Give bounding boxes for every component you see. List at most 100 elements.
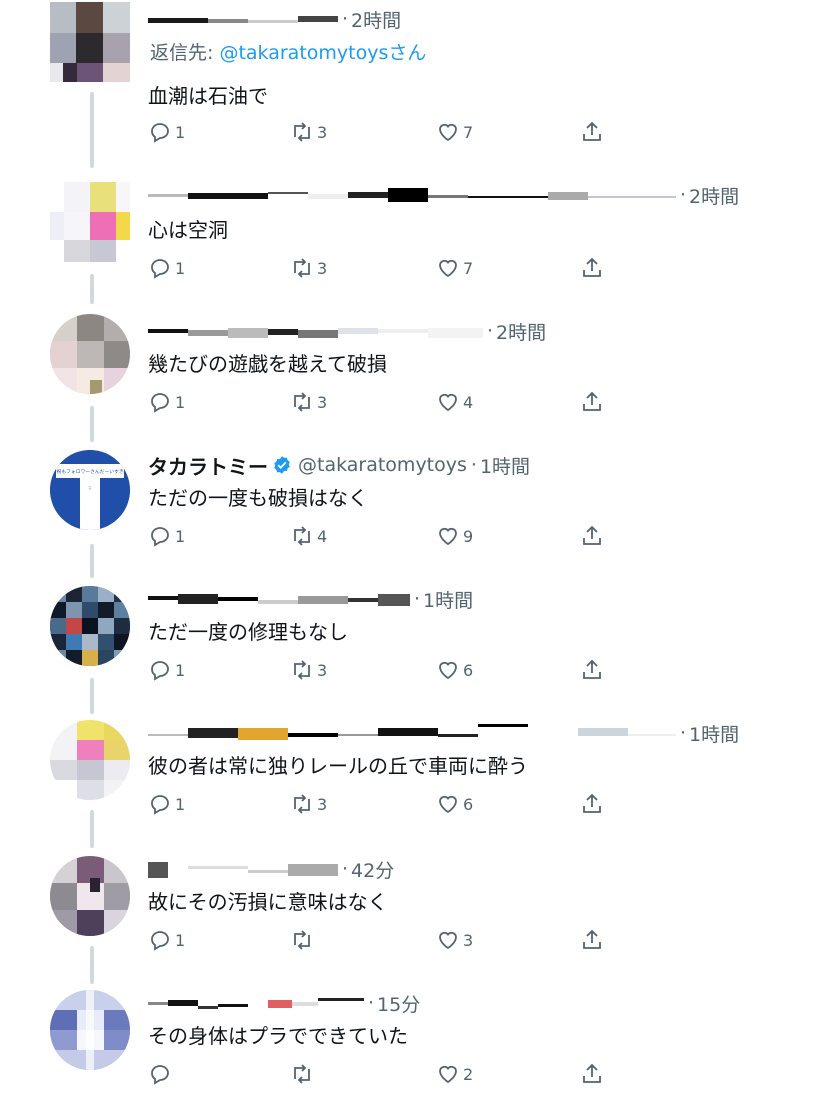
avatar[interactable]	[50, 314, 130, 394]
retweet-count: 3	[317, 392, 328, 412]
separator-dot: ·	[470, 454, 477, 476]
tweet-text: ただの一度も破損はなく	[148, 486, 368, 510]
reply-button[interactable]: 1	[148, 524, 185, 548]
tweet-time[interactable]: 1時間	[480, 452, 530, 479]
like-button[interactable]: 7	[436, 256, 473, 280]
heart-icon	[439, 1065, 457, 1084]
reply-count: 1	[175, 258, 186, 278]
reply-button[interactable]: 1	[148, 390, 185, 414]
tweet-time[interactable]: 1時間	[423, 586, 473, 613]
tweet-header: · 42分	[148, 854, 800, 884]
retweet-button[interactable]	[290, 1062, 317, 1086]
tweet[interactable]: · 1時間 彼の者は常に独りレールの丘で車両に酔う 1 3 6	[0, 714, 820, 848]
share-button[interactable]	[580, 928, 604, 952]
share-button[interactable]	[580, 1062, 604, 1086]
tweet-text: その身体はプラでできていた	[148, 1024, 408, 1048]
reply-button[interactable]: 1	[148, 658, 185, 682]
retweet-count: 3	[317, 258, 328, 278]
reply-icon	[151, 931, 169, 951]
reply-icon	[151, 661, 169, 681]
reply-count: 1	[175, 794, 186, 814]
retweet-icon	[294, 930, 310, 950]
tweet-header: タカラトミー @takaratomytoys · 1時間	[148, 450, 800, 480]
separator-dot: ·	[680, 722, 687, 744]
tweet-time[interactable]: 42分	[351, 856, 394, 883]
retweet-icon	[294, 526, 310, 546]
like-button[interactable]: 7	[436, 120, 473, 144]
redacted-name	[148, 8, 338, 30]
retweet-icon	[294, 660, 310, 680]
reply-button[interactable]	[148, 1062, 175, 1086]
like-button[interactable]: 6	[436, 792, 473, 816]
tweet-text: 心は空洞	[148, 218, 228, 242]
tweet-header: · 1時間	[148, 584, 800, 614]
avatar-logo-text: お祝もフォロワーさんだーいすき。	[52, 468, 129, 475]
share-button[interactable]	[580, 256, 604, 280]
tweet[interactable]: · 15分 その身体はプラでできていた 2	[0, 984, 820, 1100]
reply-count: 1	[175, 392, 186, 412]
share-button[interactable]	[580, 390, 604, 414]
avatar[interactable]	[50, 586, 130, 666]
like-button[interactable]: 6	[436, 658, 473, 682]
tweet-text: 故にその汚損に意味はなく	[148, 890, 388, 914]
like-button[interactable]: 2	[436, 1062, 473, 1086]
retweet-button[interactable]: 3	[290, 792, 327, 816]
tweet-time[interactable]: 2時間	[351, 6, 401, 33]
tweet[interactable]: · 42分 故にその汚損に意味はなく 1 3	[0, 850, 820, 984]
tweet-actions: 1 4 9	[148, 524, 618, 552]
share-button[interactable]	[580, 792, 604, 816]
like-button[interactable]: 9	[436, 524, 473, 548]
like-count: 3	[463, 930, 474, 950]
share-button[interactable]	[580, 524, 604, 548]
tweet-text: 幾たびの遊戯を越えて破損	[148, 352, 387, 376]
retweet-button[interactable]: 4	[290, 524, 327, 548]
tweet-time[interactable]: 2時間	[496, 318, 546, 345]
retweet-button[interactable]: 3	[290, 120, 327, 144]
reply-button[interactable]: 1	[148, 928, 185, 952]
share-icon	[583, 1063, 601, 1083]
tweet-time[interactable]: 2時間	[689, 182, 739, 209]
retweet-count: 3	[317, 122, 328, 142]
reply-button[interactable]: 1	[148, 120, 185, 144]
tweet[interactable]: · 1時間 ただ一度の修理もなし 1 3 6	[0, 580, 820, 714]
heart-icon	[439, 661, 457, 680]
share-icon	[583, 391, 601, 411]
share-icon	[583, 121, 601, 141]
tweet[interactable]: · 2時間 心は空洞 1 3 7	[0, 176, 820, 310]
retweet-count: 3	[317, 794, 328, 814]
avatar[interactable]	[50, 2, 130, 82]
share-button[interactable]	[580, 658, 604, 682]
reply-button[interactable]: 1	[148, 256, 185, 280]
tweet[interactable]: お祝もフォロワーさんだーいすき。 ᵕ̈ タカラトミー @takaratomyto…	[0, 446, 820, 580]
user-handle[interactable]: @takaratomytoys	[298, 454, 467, 476]
heart-icon	[439, 393, 457, 412]
like-button[interactable]: 3	[436, 928, 473, 952]
heart-icon	[439, 795, 457, 814]
avatar[interactable]	[50, 182, 130, 262]
avatar[interactable]	[50, 856, 130, 936]
tweet[interactable]: · 2時間 幾たびの遊戯を越えて破損 1 3 4	[0, 312, 820, 446]
reply-mention-link[interactable]: @takaratomytoys	[219, 42, 388, 64]
retweet-button[interactable]: 3	[290, 390, 327, 414]
verified-badge-icon	[274, 456, 290, 474]
like-button[interactable]: 4	[436, 390, 473, 414]
avatar[interactable]: お祝もフォロワーさんだーいすき。 ᵕ̈	[50, 450, 130, 530]
redacted-name	[148, 184, 676, 206]
tweet-time[interactable]: 1時間	[689, 720, 739, 747]
separator-dot: ·	[680, 184, 687, 206]
share-button[interactable]	[580, 120, 604, 144]
tweet-header: · 2時間	[148, 4, 800, 34]
avatar[interactable]	[50, 720, 130, 800]
retweet-button[interactable]: 3	[290, 658, 327, 682]
display-name[interactable]: タカラトミー	[148, 451, 268, 480]
share-icon	[583, 793, 601, 813]
tweet-time[interactable]: 15分	[377, 990, 420, 1017]
retweet-icon	[294, 794, 310, 814]
retweet-button[interactable]	[290, 928, 317, 952]
retweet-button[interactable]: 3	[290, 256, 327, 280]
like-count: 4	[463, 392, 474, 412]
reply-button[interactable]: 1	[148, 792, 185, 816]
tweet[interactable]: · 2時間 返信先: @takaratomytoysさん 血潮は石油で 1 3 …	[0, 0, 820, 143]
heart-icon	[439, 123, 457, 142]
avatar[interactable]	[50, 990, 130, 1070]
